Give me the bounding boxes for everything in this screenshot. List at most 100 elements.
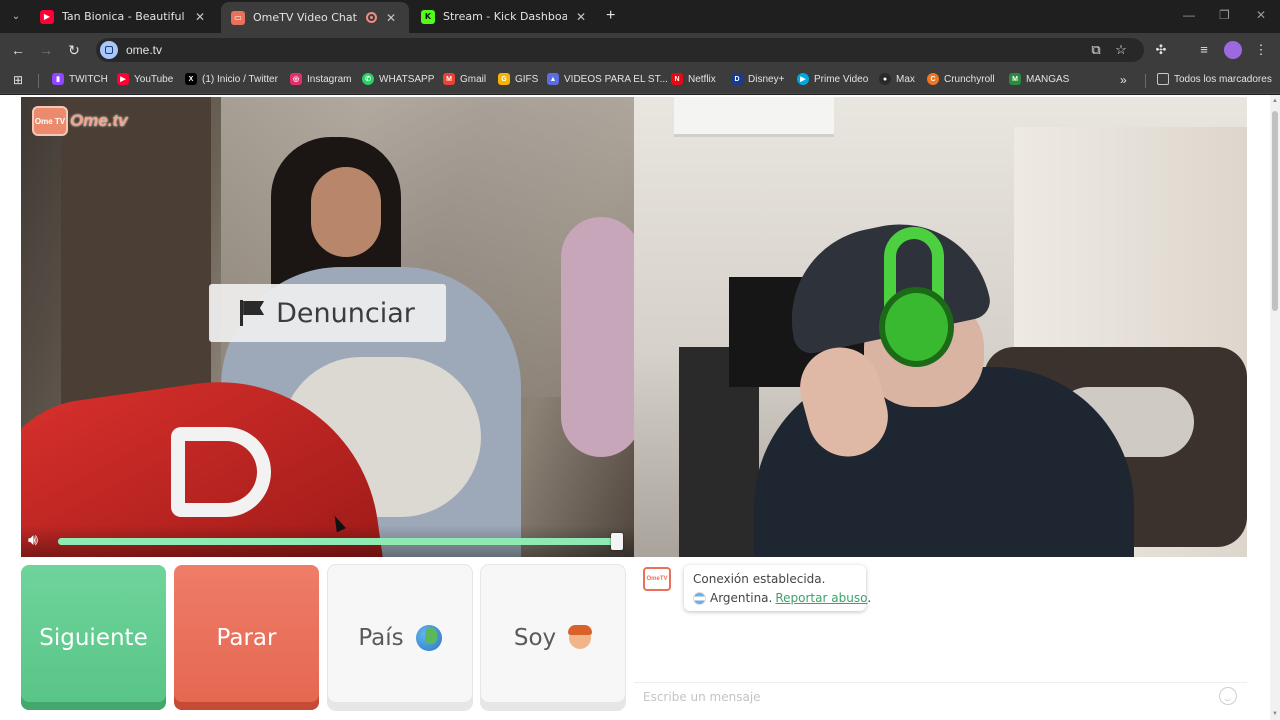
- reload-icon[interactable]: ↻: [64, 40, 84, 60]
- close-tab-icon[interactable]: ✕: [192, 10, 208, 24]
- gmail-icon: M: [443, 73, 455, 85]
- media-control-icon[interactable]: ≡: [1195, 41, 1213, 59]
- all-bookmarks-folder[interactable]: Todos los marcadores: [1157, 73, 1272, 85]
- tab-title: Tan Bionica - Beautiful - YouTube: [62, 10, 186, 23]
- bookmark-label: Max: [896, 73, 915, 85]
- country-name: Argentina.: [710, 591, 773, 605]
- bookmark-disney[interactable]: D Disney+: [731, 73, 784, 85]
- bookmark-star-icon[interactable]: ☆: [1112, 41, 1130, 59]
- bookmark-gifs[interactable]: G GIFS: [498, 73, 538, 85]
- ometv-logo: Ome TV Ome.tv: [32, 106, 128, 136]
- bookmark-whatsapp[interactable]: ✆ WHATSAPP: [362, 73, 434, 85]
- cast-icon[interactable]: ⧉: [1087, 41, 1105, 59]
- tab-title: OmeTV Video Chat — Ome: [253, 11, 360, 24]
- bookmark-label: (1) Inicio / Twitter: [202, 73, 278, 85]
- video-scene-earcup: [879, 287, 954, 367]
- scroll-down-icon[interactable]: ▼: [1271, 711, 1279, 717]
- emoji-icon[interactable]: [1219, 687, 1237, 705]
- bookmark-gmail[interactable]: M Gmail: [443, 73, 486, 85]
- mangas-icon: M: [1009, 73, 1021, 85]
- bookmark-label: Gmail: [460, 73, 487, 85]
- bookmark-label: MANGAS: [1026, 73, 1070, 85]
- bookmark-netflix[interactable]: N Netflix: [671, 73, 716, 85]
- report-label: Denunciar: [276, 297, 415, 329]
- bookmark-max[interactable]: ● Max: [879, 73, 915, 85]
- gifs-icon: G: [498, 73, 510, 85]
- logo-badge: Ome TV: [32, 106, 68, 136]
- bookmark-mangas[interactable]: M MANGAS: [1009, 73, 1069, 85]
- bookmarks-bar: ⊞ ▮ TWITCH ▶ YouTube X (1) Inicio / Twitter…: [0, 67, 1280, 94]
- profile-avatar[interactable]: [1224, 41, 1242, 59]
- report-suffix: .: [867, 591, 872, 605]
- bookmark-prime[interactable]: ▶ Prime Video: [797, 73, 868, 85]
- url-text[interactable]: ome.tv: [126, 43, 162, 57]
- country-button[interactable]: País: [328, 565, 472, 710]
- next-button[interactable]: Siguiente: [21, 565, 166, 710]
- video-scene-person-face: [311, 167, 381, 257]
- maximize-icon[interactable]: ❐: [1219, 8, 1230, 22]
- new-tab-button[interactable]: +: [606, 7, 615, 25]
- video-scene-cloth: [561, 217, 634, 457]
- address-bar[interactable]: ome.tv: [96, 38, 1144, 62]
- next-label: Siguiente: [39, 624, 148, 651]
- volume-slider-thumb[interactable]: [611, 533, 623, 550]
- bookmark-label: Crunchyroll: [944, 73, 995, 85]
- close-tab-icon[interactable]: ✕: [383, 11, 399, 25]
- prime-icon: ▶: [797, 73, 809, 85]
- bookmark-label: Netflix: [688, 73, 716, 85]
- close-tab-icon[interactable]: ✕: [573, 10, 589, 24]
- tab-youtube[interactable]: ▶ Tan Bionica - Beautiful - YouTube ✕: [30, 4, 218, 29]
- site-info-icon[interactable]: [100, 41, 118, 59]
- youtube-favicon-icon: ▶: [40, 9, 54, 24]
- speaker-icon[interactable]: 🔊︎: [28, 532, 54, 550]
- gender-label: Soy: [513, 624, 557, 651]
- forward-icon[interactable]: →: [36, 40, 56, 60]
- youtube-icon: ▶: [117, 73, 129, 85]
- menu-icon[interactable]: ⋮: [1252, 41, 1270, 59]
- report-abuse-link[interactable]: Reportar abuso: [775, 591, 867, 605]
- ometv-avatar: OmeTV: [643, 567, 671, 591]
- bookmark-label: VIDEOS PARA EL ST...: [564, 73, 668, 85]
- globe-icon: [415, 624, 442, 651]
- scrollbar-thumb[interactable]: [1272, 111, 1278, 311]
- back-icon[interactable]: ←: [8, 40, 28, 60]
- chat-input-bar: [634, 682, 1247, 710]
- gender-button[interactable]: Soy: [481, 565, 625, 710]
- bookmark-crunchyroll[interactable]: C Crunchyroll: [927, 73, 995, 85]
- max-icon: ●: [879, 73, 891, 85]
- bookmark-twitch[interactable]: ▮ TWITCH: [52, 73, 108, 85]
- extensions-icon[interactable]: ✣: [1152, 41, 1170, 59]
- ometv-favicon-icon: ▭: [231, 10, 245, 25]
- volume-slider[interactable]: [58, 538, 621, 545]
- minimize-icon[interactable]: —: [1183, 8, 1195, 22]
- more-bookmarks-icon[interactable]: »: [1120, 73, 1127, 87]
- apps-icon[interactable]: ⊞: [13, 73, 23, 87]
- connection-status: Conexión establecida.: [693, 572, 826, 586]
- bookmark-youtube[interactable]: ▶ YouTube: [117, 73, 173, 85]
- crunchyroll-icon: C: [927, 73, 939, 85]
- boy-icon: [568, 624, 593, 651]
- kick-favicon-icon: K: [421, 9, 435, 24]
- bookmark-instagram[interactable]: ◎ Instagram: [290, 73, 351, 85]
- stop-button[interactable]: Parar: [174, 565, 319, 710]
- video-scene-air-conditioner: [674, 97, 834, 137]
- tab-ometv[interactable]: ▭ OmeTV Video Chat — Ome ✕: [221, 2, 409, 33]
- close-window-icon[interactable]: ✕: [1256, 8, 1266, 22]
- tab-title: Stream - Kick Dashboard: [443, 10, 567, 23]
- tab-search-icon[interactable]: ⌄: [6, 6, 26, 26]
- browser-toolbar: ← → ↻ ome.tv ⧉ ☆ ✣ ≡ ⋮: [0, 33, 1280, 67]
- tab-kick[interactable]: K Stream - Kick Dashboard ✕: [411, 4, 599, 29]
- bookmark-videos[interactable]: ▲ VIDEOS PARA EL ST...: [547, 73, 668, 85]
- report-button[interactable]: Denunciar: [209, 284, 446, 342]
- page-scrollbar[interactable]: ▲ ▼: [1270, 95, 1280, 720]
- bookmark-label: YouTube: [134, 73, 174, 85]
- bookmark-twitter[interactable]: X (1) Inicio / Twitter: [185, 73, 278, 85]
- folder-icon: [1157, 73, 1169, 85]
- logo-text: Ome.tv: [70, 111, 128, 130]
- bookmark-label: Prime Video: [814, 73, 869, 85]
- scroll-up-icon[interactable]: ▲: [1271, 98, 1279, 104]
- video-scene-letter: [171, 427, 271, 517]
- recording-icon: [366, 12, 377, 23]
- bookmark-label: Disney+: [748, 73, 785, 85]
- message-input[interactable]: [643, 688, 1203, 706]
